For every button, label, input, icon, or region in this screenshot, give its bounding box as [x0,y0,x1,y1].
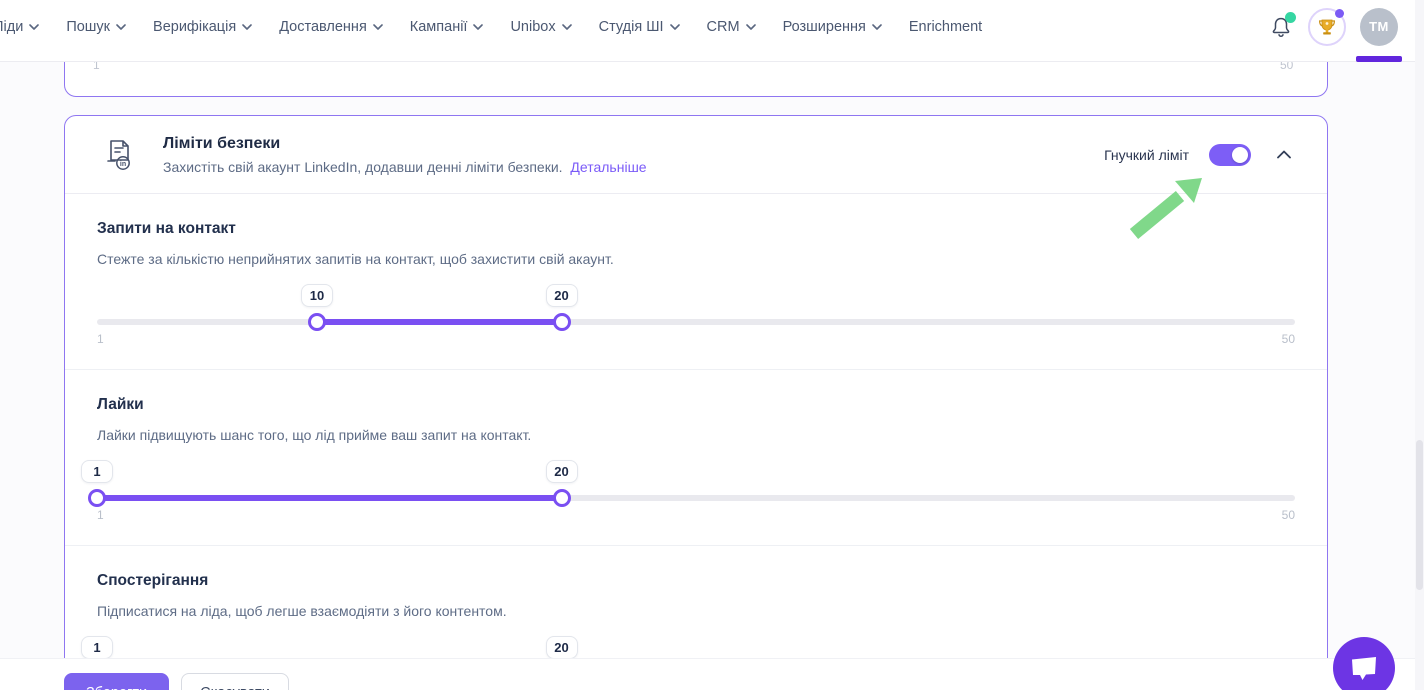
header-text: Ліміти безпеки Захистіть свій акаунт Lin… [163,135,647,175]
section-likes: Лайки Лайки підвищують шанс того, що лід… [65,370,1327,546]
nav-item-8[interactable]: Розширення [783,19,882,35]
nav-item-label: Розширення [783,19,866,35]
slider-handle-low[interactable] [88,489,106,507]
chevron-down-icon [373,24,383,30]
section-title: Спостерігання [97,572,1295,590]
nav-item-6[interactable]: Студія ШІ [599,19,680,35]
page: Ліди Пошук Верифікація Доставлення Кампанії U… [0,0,1424,690]
nav-right: TM [1268,8,1398,46]
slider-min-label: 1 [97,332,104,346]
cancel-button[interactable]: Скасувати [181,673,289,690]
slider-track[interactable] [97,319,1295,325]
section-title: Лайки [97,396,1295,414]
save-button[interactable]: Зберегти [64,673,169,690]
contact-requests-slider: 10 20 1 50 [97,284,1295,348]
slider-low-value: 10 [301,284,333,307]
header-controls: Гнучкий ліміт [1104,144,1291,166]
achievements-button[interactable] [1308,8,1346,46]
scrollbar-track[interactable] [1415,0,1424,690]
chevron-down-icon [29,24,39,30]
collapse-button[interactable] [1277,150,1291,159]
slider-fill [317,319,561,325]
slider-handle-high[interactable] [553,489,571,507]
annotation-arrow-icon [1122,168,1214,240]
nav-item-label: Доставлення [279,19,367,35]
nav-item-5[interactable]: Unibox [510,19,571,35]
slider-min-label: 1 [97,508,104,522]
nav-item-2[interactable]: Верифікація [153,19,252,35]
chat-icon [1349,654,1379,682]
slider-low-value: 1 [81,460,113,483]
nav-item-label: Кампанії [410,19,468,35]
avatar[interactable]: TM [1360,8,1398,46]
linkedin-document-icon: in [101,137,139,173]
section-description: Підписатися на ліда, щоб легше взаємодія… [97,603,1295,619]
section-title: Запити на контакт [97,220,1295,238]
chevron-down-icon [746,24,756,30]
nav-item-4[interactable]: Кампанії [410,19,484,35]
slider-low-value: 1 [81,636,113,659]
chevron-up-icon [1277,150,1291,159]
badge-dot [1335,9,1344,18]
top-nav: Ліди Пошук Верифікація Доставлення Кампанії U… [0,0,1424,62]
nav-item-label: Пошук [66,19,110,35]
active-tab-indicator [1356,56,1402,62]
nav-item-label: Unibox [510,19,555,35]
flexible-limit-label: Гнучкий ліміт [1104,147,1189,163]
notifications-button[interactable] [1268,13,1294,41]
slider-high-value: 20 [546,460,578,483]
nav-item-label: Верифікація [153,19,236,35]
nav-item-label: CRM [707,19,740,35]
trophy-icon [1317,17,1337,37]
flexible-limit-toggle[interactable] [1209,144,1251,166]
section-description: Лайки підвищують шанс того, що лід прийм… [97,427,1295,443]
card-title: Ліміти безпеки [163,135,647,153]
scrollbar-thumb[interactable] [1416,440,1423,590]
chevron-down-icon [473,24,483,30]
card-subtitle-text: Захистіть свій акаунт LinkedIn, додавши … [163,159,563,175]
chevron-down-icon [872,24,882,30]
nav-item-1[interactable]: Пошук [66,19,126,35]
slider-max-label: 50 [1282,332,1295,346]
nav-item-0[interactable]: Ліди [0,19,39,35]
chevron-down-icon [242,24,252,30]
nav-item-9[interactable]: Enrichment [909,19,982,35]
notification-dot [1285,12,1296,23]
slider-high-value: 20 [546,284,578,307]
nav-item-3[interactable]: Доставлення [279,19,383,35]
slider-handle-low[interactable] [308,313,326,331]
slider-handle-high[interactable] [553,313,571,331]
chevron-down-icon [116,24,126,30]
nav-item-7[interactable]: CRM [707,19,756,35]
slider-fill [97,495,562,501]
nav-items: Ліди Пошук Верифікація Доставлення Кампанії U… [0,19,982,35]
footer-actions: Зберегти Скасувати [0,658,1424,690]
nav-item-label: Студія ШІ [599,19,664,35]
chevron-down-icon [670,24,680,30]
details-link[interactable]: Детальніше [570,159,646,175]
slider-max-label: 50 [1282,508,1295,522]
likes-slider: 1 20 1 50 [97,460,1295,524]
toggle-knob [1232,147,1248,163]
chat-fab-button[interactable] [1333,637,1395,690]
chevron-down-icon [562,24,572,30]
slider-track[interactable] [97,495,1295,501]
nav-item-label: Enrichment [909,19,982,35]
section-description: Стежте за кількістю неприйнятих запитів … [97,251,1295,267]
card-subtitle: Захистіть свій акаунт LinkedIn, додавши … [163,159,647,175]
slider-high-value: 20 [546,636,578,659]
svg-text:in: in [120,161,126,168]
nav-item-label: Ліди [0,19,23,35]
